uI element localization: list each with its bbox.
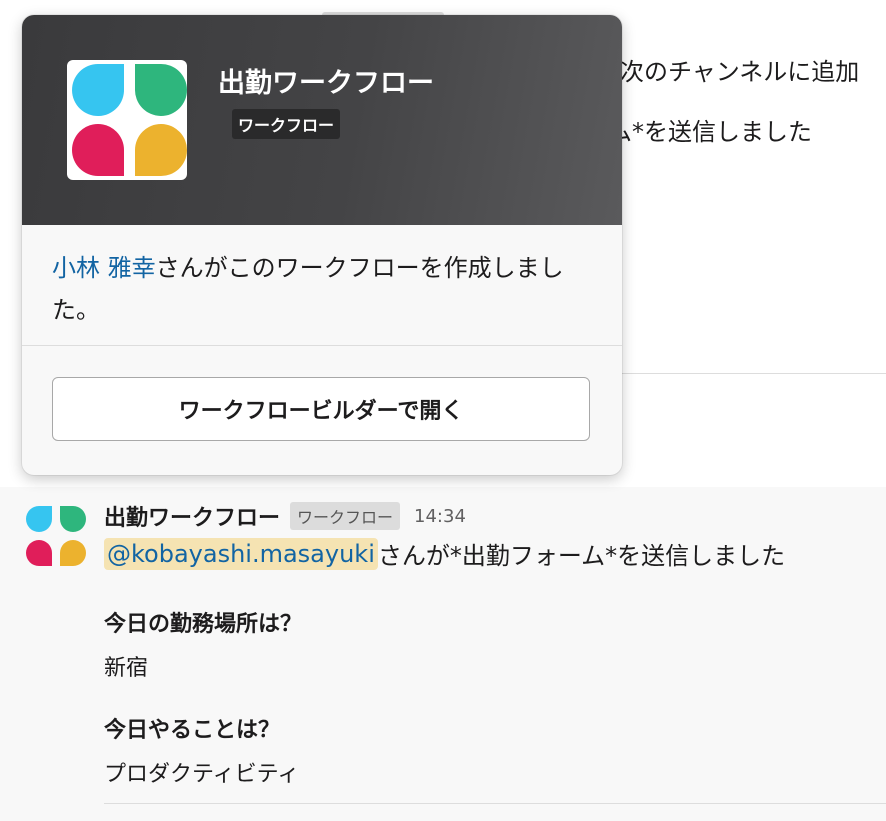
popover-divider <box>22 345 622 346</box>
workflow-popover: 出勤ワークフロー ワークフロー 小林 雅幸さんがこのワークフローを作成しました。… <box>22 15 622 475</box>
logo-blue-petal <box>72 64 125 116</box>
field-value-location: 新宿 <box>104 656 149 681</box>
popover-title: 出勤ワークフロー <box>218 68 434 99</box>
avatar-blue-petal <box>26 506 52 532</box>
popover-badge: ワークフロー <box>232 109 341 139</box>
field-value-todo: プロダクティビティ <box>104 762 300 787</box>
popover-description: 小林 雅幸さんがこのワークフローを作成しました。 <box>52 247 592 331</box>
workflow-badge: ワークフロー <box>290 502 401 530</box>
message-body: @kobayashi.masayuki さんが*出勤フォーム*を送信しました <box>104 536 785 571</box>
popover-header: 出勤ワークフロー ワークフロー <box>22 15 622 225</box>
background-submit-text: ム*を送信しました <box>608 118 812 146</box>
field-label-location: 今日の勤務場所は？ <box>104 612 303 637</box>
logo-red-petal <box>72 124 124 176</box>
sender-name[interactable]: 出勤ワークフロー <box>104 500 280 532</box>
logo-yellow-petal <box>135 124 187 177</box>
workflow-app-icon <box>67 60 187 180</box>
avatar-yellow-petal <box>60 540 86 566</box>
field-label-todo: 今日やることは？ <box>104 718 281 743</box>
message-header: 出勤ワークフロー ワークフロー 14:34 <box>104 500 466 532</box>
background-channel-text: 次のチャンネルに追加 <box>620 58 860 86</box>
message-body-text: さんが*出勤フォーム*を送信しました <box>377 542 786 570</box>
logo-green-petal <box>134 63 187 116</box>
message-divider <box>104 803 886 804</box>
user-mention[interactable]: @kobayashi.masayuki <box>104 537 378 570</box>
avatar-green-petal <box>60 506 86 532</box>
open-in-workflow-builder-button[interactable]: ワークフロービルダーで開く <box>52 377 590 441</box>
workflow-logo-icon <box>72 63 187 177</box>
background-divider <box>622 373 886 374</box>
workflow-avatar-icon[interactable] <box>22 502 90 570</box>
message-timestamp[interactable]: 14:34 <box>414 506 466 527</box>
creator-link[interactable]: 小林 雅幸 <box>52 254 156 282</box>
avatar-red-petal <box>26 540 52 566</box>
